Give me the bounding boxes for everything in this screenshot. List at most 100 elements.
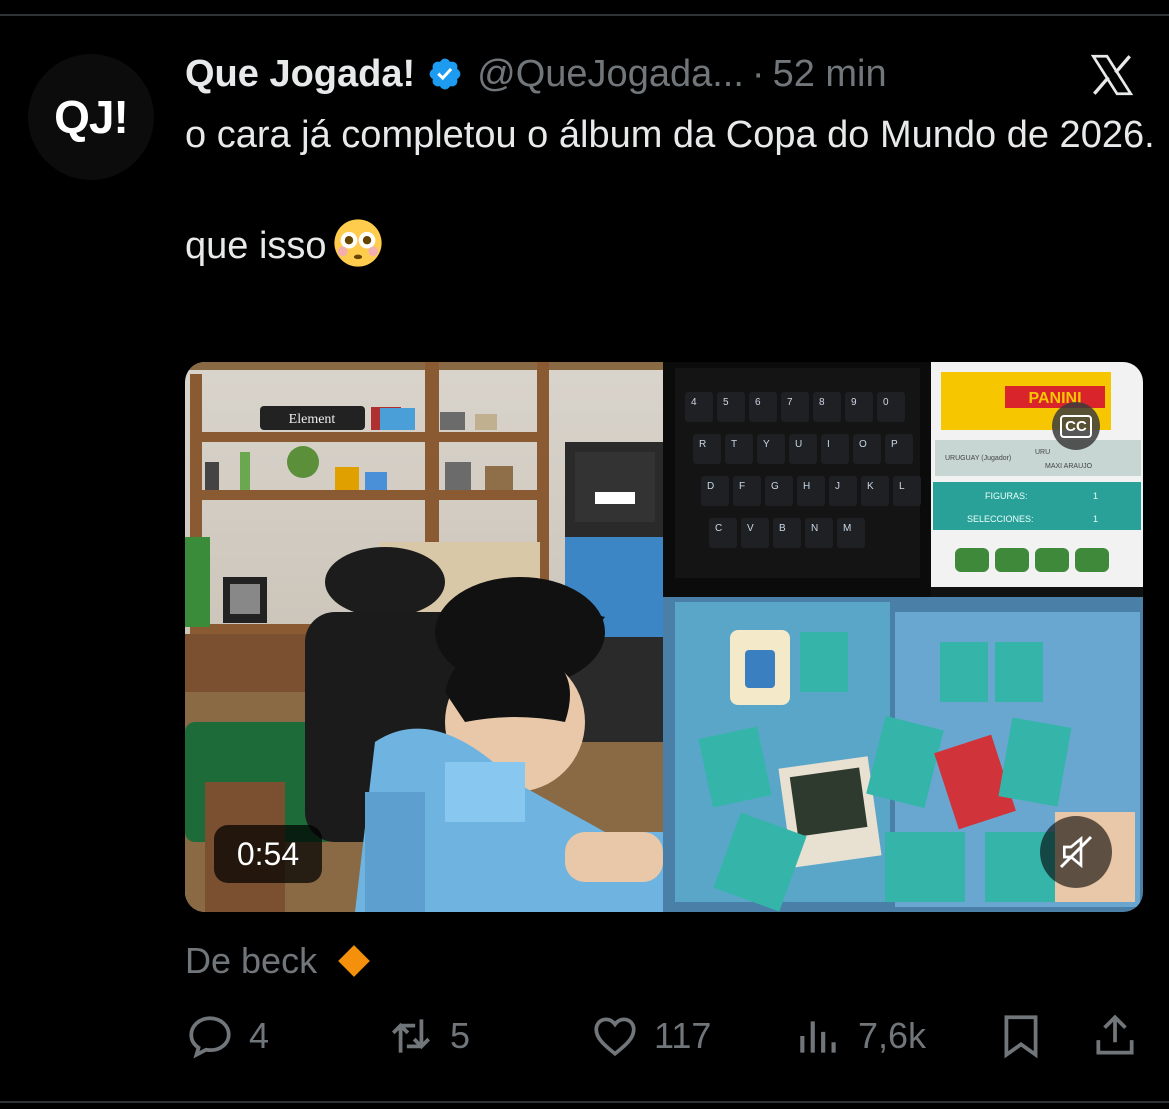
keyboard-key	[773, 518, 801, 548]
reply-button[interactable]: 4	[185, 1008, 269, 1064]
muted-speaker-icon	[1059, 835, 1093, 869]
keyboard-key	[805, 518, 833, 548]
keyboard-key-label: M	[843, 523, 851, 534]
keyboard-key-label: G	[771, 481, 779, 492]
label-player: MAXI ARAUJO	[1045, 463, 1093, 470]
keyboard-key-label: F	[739, 481, 745, 492]
orange-diamond-icon	[338, 945, 370, 977]
tweet-text-line2: que isso	[185, 218, 1155, 274]
keyboard-key-label: 7	[787, 397, 793, 408]
repost-count: 5	[450, 1015, 471, 1056]
repost-button[interactable]: 5	[386, 1008, 470, 1064]
view-count: 7,6k	[858, 1015, 927, 1056]
keyboard-key-label: U	[795, 439, 802, 450]
tweet-text: o cara já completou o álbum da Copa do M…	[185, 108, 1155, 274]
keyboard-key-label: 8	[819, 397, 825, 408]
video-frame: Element 4 5 6 7 8 9 0R T Y U I O PD F G …	[185, 362, 1143, 912]
author-name[interactable]: Que Jogada!	[185, 53, 415, 96]
keyboard-key-label: B	[779, 523, 786, 534]
source-text: De beck	[185, 940, 318, 981]
keyboard-key	[877, 392, 905, 422]
views-button[interactable]: 7,6k	[794, 1008, 926, 1064]
keyboard-key-label: R	[699, 439, 706, 450]
avatar[interactable]: QJ!	[28, 54, 154, 180]
keyboard-key	[885, 434, 913, 464]
keyboard-key	[789, 434, 817, 464]
like-button[interactable]: 117	[590, 1008, 711, 1064]
top-divider	[0, 14, 1169, 16]
keyboard-key-label: 5	[723, 397, 729, 408]
keyboard-key	[845, 392, 873, 422]
keyboard-key-label: I	[827, 439, 830, 450]
row2-label: SELECCIONES:	[967, 514, 1034, 524]
video-player[interactable]: Element 4 5 6 7 8 9 0 R T Y U I O P D F …	[185, 362, 1143, 912]
keyboard-key-label: P	[891, 439, 898, 450]
bookmark-button[interactable]	[996, 1008, 1046, 1064]
keyboard-key-label: D	[707, 481, 714, 492]
views-chart-icon	[800, 1021, 836, 1053]
tweet-text-line1: o cara já completou o álbum da Copa do M…	[185, 114, 1155, 156]
keyboard-key	[693, 434, 721, 464]
row1-label: FIGURAS:	[985, 491, 1028, 501]
row2-value: 1	[1093, 514, 1098, 524]
action-bar: 4 5 117 7,6k	[0, 1008, 1169, 1064]
keyboard-key-label: L	[899, 481, 905, 492]
keyboard-key	[709, 518, 737, 548]
verified-badge-icon	[429, 58, 461, 90]
keyboard-key-label: C	[715, 523, 722, 534]
author-handle[interactable]: @QueJogada...	[477, 53, 744, 96]
keyboard-key	[765, 476, 793, 506]
avatar-text: QJ!	[54, 91, 129, 143]
keyboard-key	[741, 518, 769, 548]
label-country: URUGUAY (Jugador)	[945, 455, 1011, 462]
keyboard-key	[821, 434, 849, 464]
reply-count: 4	[249, 1015, 270, 1056]
keyboard-key	[893, 476, 921, 506]
keyboard-key-label: 9	[851, 397, 857, 408]
tweet-header: Que Jogada! @QueJogada... · 52 min	[185, 50, 887, 98]
keyboard-key-label: 4	[691, 397, 697, 408]
keyboard-key	[757, 434, 785, 464]
keyboard-key	[725, 434, 753, 464]
keyboard-key	[701, 476, 729, 506]
keyboard-key-label: Y	[763, 439, 770, 450]
share-icon	[1096, 1014, 1134, 1055]
captions-button[interactable]: CC	[1052, 402, 1100, 450]
keyboard-key-label: O	[859, 439, 867, 450]
keyboard-key	[797, 476, 825, 506]
bookmark-icon	[1004, 1015, 1038, 1059]
keyboard-key	[813, 392, 841, 422]
keyboard-key-label: T	[731, 439, 737, 450]
bottom-divider	[0, 1101, 1169, 1103]
keyboard-key-label: 6	[755, 397, 761, 408]
keyboard-key-label: N	[811, 523, 818, 534]
flushed-face-emoji-icon	[333, 219, 382, 267]
keyboard-key	[781, 392, 809, 422]
keyboard-key-label: 0	[883, 397, 889, 408]
keyboard-key-label: J	[835, 481, 840, 492]
share-button[interactable]	[1090, 1008, 1140, 1064]
row1-value: 1	[1093, 491, 1098, 501]
x-logo-icon[interactable]	[1086, 50, 1138, 100]
source-label: De beck	[185, 940, 373, 982]
keyboard: 4 5 6 7 8 9 0 R T Y U I O P D F G H J K L C V B N M	[675, 368, 921, 578]
separator: ·	[751, 52, 765, 95]
keyboard-key	[733, 476, 761, 506]
keyboard-key	[861, 476, 889, 506]
repost-icon	[391, 1019, 431, 1053]
like-count: 117	[654, 1015, 712, 1056]
keyboard-key	[685, 392, 713, 422]
shelf-sign: Element	[289, 412, 336, 427]
cc-label: CC	[1060, 414, 1092, 438]
video-duration: 0:54	[214, 825, 322, 883]
keyboard-key	[749, 392, 777, 422]
label-code: URU	[1035, 449, 1050, 456]
keyboard-key	[717, 392, 745, 422]
reply-icon	[189, 1016, 231, 1059]
keyboard-key-label: K	[867, 481, 874, 492]
keyboard-key	[829, 476, 857, 506]
heart-icon	[594, 1017, 636, 1057]
keyboard-key-label: H	[803, 481, 810, 492]
timestamp[interactable]: 52 min	[773, 53, 887, 96]
unmute-button[interactable]	[1040, 816, 1112, 888]
